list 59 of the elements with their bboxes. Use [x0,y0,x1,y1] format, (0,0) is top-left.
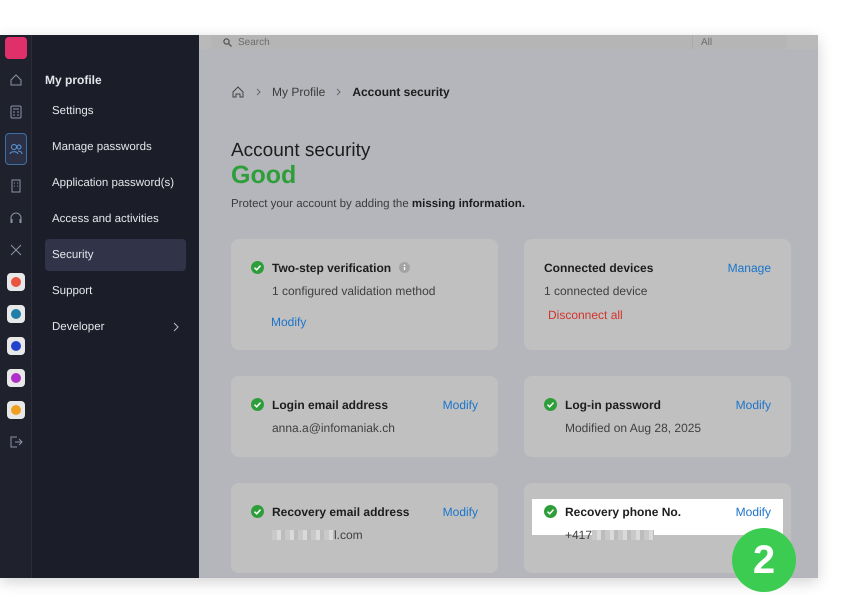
card-title: Log-in password [565,398,661,412]
headset-icon[interactable] [8,211,22,225]
modify-link[interactable]: Manage [728,260,771,274]
modify-link[interactable]: Modify [442,504,478,518]
modify-link[interactable]: Modify [442,398,478,412]
sidebar-item[interactable]: Developer [45,311,186,343]
breadcrumb-item[interactable]: My Profile [272,85,326,99]
disconnect-link[interactable]: Disconnect all [548,308,623,322]
security-status: Good [231,162,298,190]
card-title: Two-step verification [272,260,392,274]
sidebar-item[interactable]: Manage passwords [45,131,186,163]
page-title: Account security [231,140,370,162]
card-detail: +417 [565,528,592,542]
app-icon[interactable] [6,273,24,291]
logout-icon[interactable] [8,435,22,449]
search-icon [223,38,232,46]
building-icon[interactable] [10,179,22,193]
card-detail: 1 connected device [544,284,648,298]
home-icon[interactable] [231,85,245,99]
chevron-icon [173,322,179,332]
card-title: Recovery email address [272,504,410,518]
modify-link[interactable]: Modify [736,398,771,412]
chevron-icon [336,88,342,96]
search-field[interactable]: Search [211,35,692,49]
app-icon[interactable] [6,369,24,387]
card-detail: anna.a@infomaniak.ch [272,420,395,434]
card-detail: 1 configured validation method [272,284,436,298]
redacted-text [272,530,334,540]
chevron-icon [256,88,261,96]
home-icon[interactable] [8,73,22,87]
redacted-text [592,530,654,540]
card-title: Connected devices [544,260,654,274]
modify-link[interactable]: Modify [271,314,306,328]
modify-link[interactable]: Modify [736,504,771,518]
card-detail: l.com [334,528,363,542]
app-icon[interactable] [6,337,24,355]
card-detail: Modified on Aug 28, 2025 [565,420,702,434]
app-icon[interactable] [6,305,24,323]
tools-icon[interactable] [8,243,22,257]
card-title: Login email address [272,398,388,412]
check-icon [544,398,557,411]
check-icon [251,505,264,518]
filter-dropdown[interactable]: All [692,35,787,49]
sidebar-item[interactable]: Application password(s) [45,167,186,199]
page-description: Protect your account by adding the missing information. [231,198,526,210]
sidebar-item[interactable]: Settings [45,95,186,127]
sidebar-item[interactable]: Access and activities [45,203,186,235]
card-title: Recovery phone No. [565,504,682,518]
calculator-icon[interactable] [10,105,22,119]
sidebar-item[interactable]: Support [45,275,186,307]
logo-icon[interactable] [4,37,26,59]
people-icon [8,142,22,156]
sidebar-item[interactable]: Security [45,239,186,271]
check-icon [544,505,557,518]
check-icon [251,398,264,411]
check-icon [251,261,264,274]
app-icon[interactable] [6,401,24,419]
breadcrumb-item: Account security [352,85,450,99]
section-title: My profile [45,73,102,87]
